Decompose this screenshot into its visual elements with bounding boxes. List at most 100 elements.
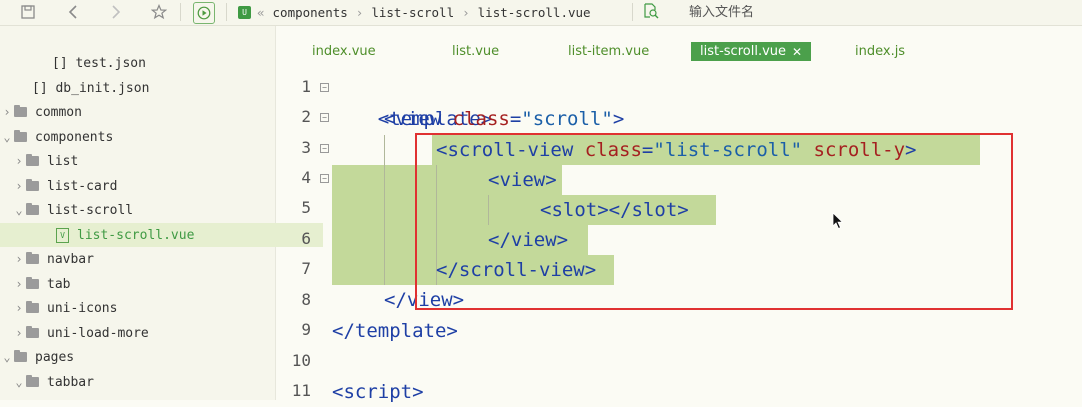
folder-open-icon bbox=[26, 203, 39, 215]
tree-item-list-scroll[interactable]: ⌄ list-scroll bbox=[0, 198, 279, 222]
tree-item-list-scroll-vue[interactable]: V list-scroll.vue bbox=[0, 223, 323, 247]
tree-item-list[interactable]: › list bbox=[0, 149, 279, 173]
tab-label: list.vue bbox=[452, 44, 500, 59]
chevron-right-icon[interactable] bbox=[106, 2, 126, 22]
tree-item-label: common bbox=[35, 104, 82, 120]
chevron-right-icon: › bbox=[15, 326, 23, 340]
toolbar-divider bbox=[632, 3, 633, 21]
chevron-right-icon: › bbox=[355, 5, 364, 20]
tree-item-pages[interactable]: ⌄ pages bbox=[0, 345, 267, 369]
chevron-right-icon: › bbox=[15, 252, 23, 266]
tree-item-label: uni-load-more bbox=[47, 325, 149, 341]
code-line-2: <view class="scroll"> bbox=[332, 104, 624, 134]
tree-item-test-json[interactable]: [] test.json bbox=[0, 51, 319, 75]
tree-item-label: navbar bbox=[47, 251, 94, 267]
tab-label: list-scroll.vue bbox=[700, 44, 787, 59]
folder-icon bbox=[26, 326, 39, 338]
fold-toggle-icon[interactable]: − bbox=[320, 113, 329, 122]
chevron-right-icon: › bbox=[3, 105, 11, 119]
file-search bbox=[643, 0, 989, 25]
code-line-1: <template> bbox=[332, 74, 492, 130]
tab-list-item-vue[interactable]: list-item.vue bbox=[568, 42, 649, 61]
tree-item-label: list-card bbox=[47, 178, 118, 194]
tree-item-label: [] db_init.json bbox=[32, 80, 150, 96]
star-icon[interactable] bbox=[149, 2, 169, 22]
tab-label: index.js bbox=[855, 44, 906, 59]
save-icon[interactable] bbox=[18, 2, 38, 22]
tab-index-js[interactable]: index.js bbox=[855, 42, 905, 61]
folder-open-icon bbox=[26, 375, 39, 387]
tree-item-label: list-scroll.vue bbox=[77, 227, 195, 243]
folder-icon bbox=[26, 301, 39, 313]
code-line-11: <script> bbox=[332, 377, 424, 407]
breadcrumb-back[interactable]: « bbox=[257, 5, 265, 20]
editor-tabs: index.vue list.vue list-item.vue list-sc… bbox=[276, 26, 1082, 74]
line-number: 11 bbox=[291, 381, 311, 400]
chevron-down-icon: ⌄ bbox=[15, 375, 23, 389]
tree-item-uni-load-more[interactable]: › uni-load-more bbox=[0, 321, 279, 345]
tab-index-vue[interactable]: index.vue bbox=[312, 42, 376, 61]
tree-item-uni-icons[interactable]: › uni-icons bbox=[0, 296, 279, 320]
code-token: </template> bbox=[332, 320, 458, 342]
tree-item-db-init-json[interactable]: [] db_init.json bbox=[0, 76, 299, 100]
mouse-cursor-icon bbox=[832, 212, 844, 234]
line-number: 5 bbox=[301, 198, 311, 217]
code-token: > bbox=[612, 108, 625, 130]
fold-toggle-icon[interactable]: − bbox=[320, 144, 329, 153]
tree-item-label: [] test.json bbox=[52, 55, 146, 71]
line-number: 8 bbox=[301, 290, 311, 309]
line-number: 6 bbox=[301, 229, 311, 248]
tab-label: index.vue bbox=[312, 44, 376, 59]
code-token: class bbox=[452, 108, 510, 130]
tree-item-label: tab bbox=[47, 276, 71, 292]
chevron-down-icon: ⌄ bbox=[15, 203, 23, 217]
tab-list-vue[interactable]: list.vue bbox=[452, 42, 499, 61]
line-number: 2 bbox=[301, 107, 311, 126]
tree-item-label: uni-icons bbox=[47, 300, 118, 316]
code-line-9: </template> bbox=[332, 316, 458, 346]
file-search-icon bbox=[643, 2, 659, 23]
folder-icon bbox=[26, 154, 39, 166]
chevron-right-icon: › bbox=[15, 277, 23, 291]
fold-toggle-icon[interactable]: − bbox=[320, 83, 329, 92]
fold-toggle-icon[interactable]: − bbox=[320, 174, 329, 183]
tree-item-label: tabbar bbox=[47, 374, 94, 390]
folder-icon bbox=[26, 179, 39, 191]
code-token: = bbox=[509, 108, 522, 130]
tree-item-label: components bbox=[35, 129, 114, 145]
folder-icon bbox=[14, 105, 27, 117]
tab-label: list-item.vue bbox=[568, 44, 650, 59]
code-editor[interactable]: 1 2 3 4 5 6 7 8 9 10 11 − − − − <templat… bbox=[276, 74, 1082, 403]
play-icon[interactable] bbox=[193, 2, 215, 24]
tree-item-label: list-scroll bbox=[47, 202, 134, 218]
tree-item-components[interactable]: ⌄ components bbox=[0, 125, 267, 149]
chevron-down-icon: ⌄ bbox=[3, 130, 11, 144]
line-number: 9 bbox=[301, 320, 311, 339]
breadcrumb-item-components[interactable]: components bbox=[273, 5, 348, 20]
vue-file-icon: V bbox=[56, 227, 69, 243]
tree-item-tabbar[interactable]: ⌄ tabbar bbox=[0, 370, 279, 394]
folder-icon bbox=[26, 277, 39, 289]
line-number: 10 bbox=[291, 351, 311, 370]
close-icon[interactable]: ✕ bbox=[792, 45, 802, 59]
chevron-right-icon: › bbox=[15, 179, 23, 193]
tree-item-common[interactable]: › common bbox=[0, 100, 267, 124]
tab-list-scroll-vue[interactable]: list-scroll.vue ✕ bbox=[691, 42, 812, 61]
code-token: <view bbox=[384, 108, 453, 130]
tree-item-tab[interactable]: › tab bbox=[0, 272, 279, 296]
breadcrumb-item-file[interactable]: list-scroll.vue bbox=[478, 5, 591, 20]
line-number: 3 bbox=[301, 138, 311, 157]
breadcrumb-item-list-scroll[interactable]: list-scroll bbox=[371, 5, 454, 20]
line-number: 1 bbox=[301, 77, 311, 96]
breadcrumb: U « components › list-scroll › list-scro… bbox=[238, 0, 591, 25]
annotation-highlight-box bbox=[415, 133, 1013, 310]
uniapp-icon: U bbox=[238, 6, 251, 19]
tree-item-list-card[interactable]: › list-card bbox=[0, 174, 279, 198]
line-number: 4 bbox=[301, 168, 311, 187]
chevron-left-icon[interactable] bbox=[63, 2, 83, 22]
folder-open-icon bbox=[14, 130, 27, 142]
tree-item-navbar[interactable]: › navbar bbox=[0, 247, 279, 271]
toolbar-divider bbox=[226, 3, 227, 21]
file-search-input[interactable] bbox=[689, 5, 989, 20]
chevron-right-icon: › bbox=[15, 301, 23, 315]
